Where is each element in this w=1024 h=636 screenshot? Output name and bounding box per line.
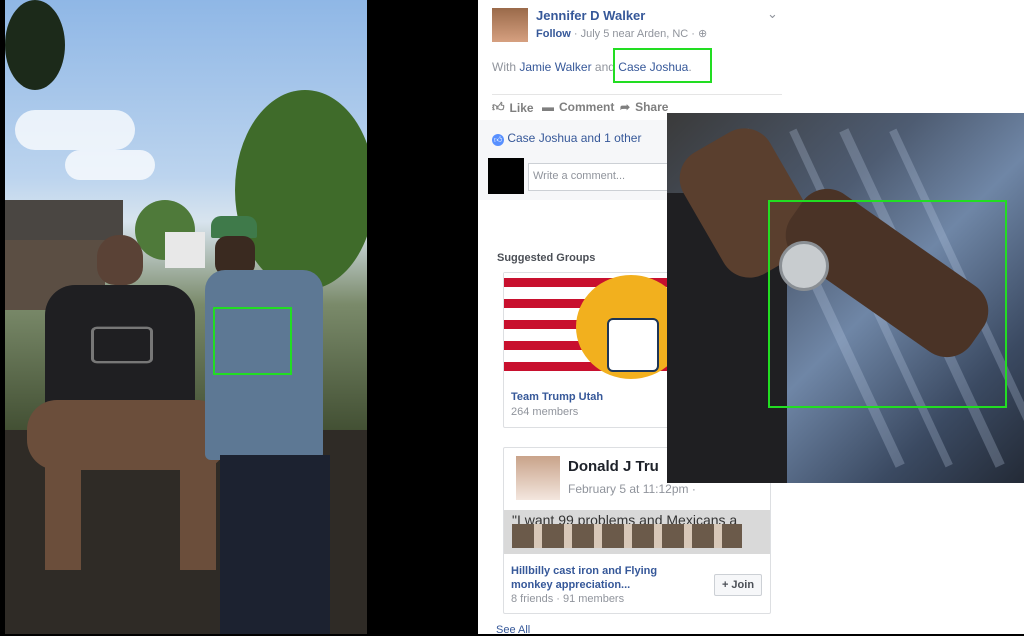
head [97,235,143,285]
globe-icon: ⊕ [698,28,708,40]
like-button[interactable]: 👍︎ Like [492,100,534,115]
avatar[interactable] [492,8,528,42]
share-button[interactable]: ➦ Share [620,100,668,114]
author-name[interactable]: Jennifer D Walker [536,8,645,23]
suggested-groups-title: Suggested Groups [497,252,596,264]
comment-icon: ▬ [542,100,554,114]
poster-name: Donald J Tru [568,458,659,475]
divider [492,94,782,95]
highlight-box-watch [213,307,292,375]
with-label: With [492,60,516,74]
group-members: 8 friends · 91 members [511,593,625,605]
chevron-down-icon[interactable]: ⌄ [767,6,778,22]
see-all-link[interactable]: See All [496,624,530,636]
share-icon: ➦ [620,100,631,114]
group-name[interactable]: Hillbilly cast iron and Flying monkey ap… [511,564,701,592]
lion-face [607,318,659,372]
tagged-link-1[interactable]: Jamie Walker [519,60,591,74]
post-meta: · July 5 near Arden, NC · [573,28,695,40]
zoomed-inset [667,113,1024,483]
poster-date: February 5 at 11:12pm · [568,482,696,496]
like-reaction-icon: 👍︎ [492,134,504,146]
highlight-box-tag [613,48,712,83]
join-button[interactable]: + Join [714,574,762,596]
cap [211,216,257,238]
cloud [65,150,155,180]
tree [5,0,65,90]
cloud [15,110,135,150]
follow-link[interactable]: Follow [536,28,571,40]
likes-summary[interactable]: Case Joshua and 1 other [507,131,641,145]
superman-logo [91,326,153,364]
comment-label: Comment [559,100,615,114]
member-faces [512,524,742,548]
thumbs-up-icon: 👍︎ [492,100,505,114]
photo [5,0,367,634]
and-label: and [594,60,615,74]
trump-avatar [516,456,560,500]
group-members: 264 members [511,406,579,418]
group-name[interactable]: Team Trump Utah [511,391,603,403]
leg [180,460,216,570]
group-cover-strip: "I want 99 problems and Mexicans a [504,510,770,554]
comment-button[interactable]: ▬ Comment [542,100,614,114]
leg [45,460,81,570]
share-label: Share [635,100,669,114]
jeans [220,455,330,634]
comment-placeholder: Write a comment... [533,170,626,182]
commenter-avatar [488,158,524,194]
highlight-box-zoom [768,200,1007,408]
house [165,232,205,268]
roof [5,200,123,240]
like-label: Like [509,100,534,115]
